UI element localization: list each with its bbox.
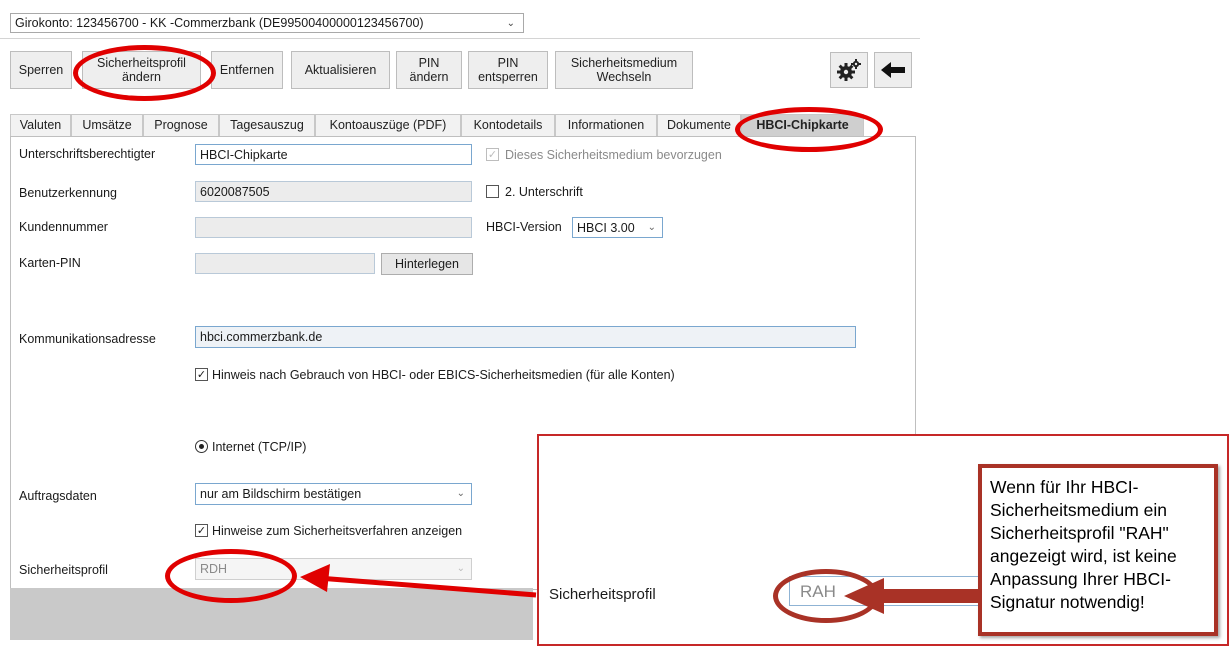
arrow-left-icon [300, 564, 537, 598]
annotation-arrows [300, 564, 980, 614]
arrow-left-icon [844, 578, 980, 614]
